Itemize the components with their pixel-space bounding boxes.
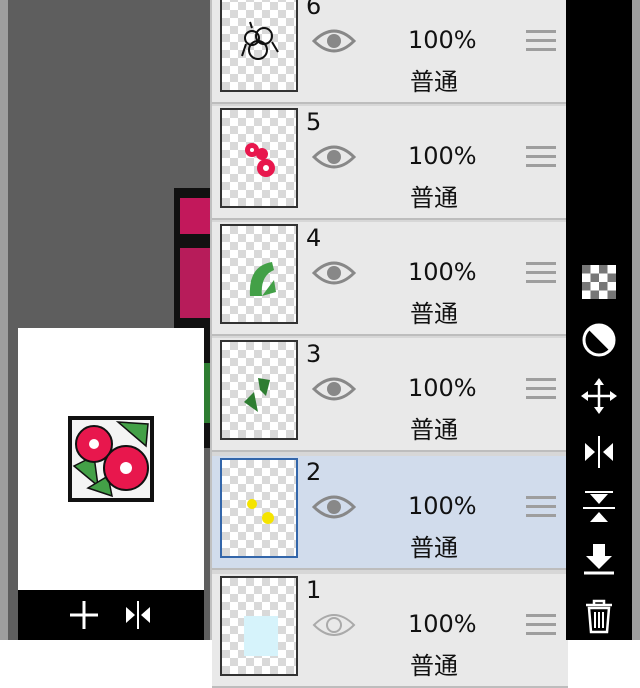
canvas-preview [18,328,204,590]
drag-handle-icon[interactable] [526,262,556,289]
drag-handle-icon[interactable] [526,378,556,405]
layer-blend-mode[interactable]: 普通 [410,410,458,445]
layer-thumbnail [220,224,298,324]
drag-handle-icon[interactable] [526,30,556,57]
trash-icon[interactable] [579,596,619,636]
flip-horizontal-icon[interactable] [120,598,156,632]
move-arrows-icon[interactable] [579,376,619,416]
layer-number: 6 [306,0,322,20]
left-frame [0,0,8,640]
drag-handle-icon[interactable] [526,146,556,173]
layer-row-2[interactable]: 2 100% 普通 [212,456,568,570]
drag-handle-icon[interactable] [526,496,556,523]
layer-thumbnail [220,576,298,676]
layer-blend-mode[interactable]: 普通 [410,294,458,329]
layer-row-6[interactable]: 6 100% 普通 [212,0,568,104]
bottom-action-bar [18,590,204,640]
add-layer-icon[interactable] [66,598,102,632]
checkerboard-icon[interactable] [579,262,619,302]
layer-number: 5 [306,108,322,136]
layer-row-1[interactable]: 1 100% 普通 [212,574,568,688]
eye-icon[interactable] [311,142,357,176]
artwork-preview-thumbnail [68,416,154,502]
layer-number: 1 [306,576,322,604]
eye-icon[interactable] [311,258,357,292]
opacity-circle-icon[interactable] [579,320,619,360]
layer-thumbnail [220,0,298,92]
flip-vertical-icon[interactable] [579,488,619,528]
drag-handle-icon[interactable] [526,614,556,641]
layer-number: 4 [306,224,322,252]
layer-opacity[interactable]: 100% [408,374,477,402]
eye-icon[interactable] [311,492,357,526]
layer-blend-mode[interactable]: 普通 [410,528,458,563]
layer-number: 2 [306,458,322,486]
layer-blend-mode[interactable]: 普通 [410,646,458,681]
layer-tools-sidebar [566,0,632,640]
layer-blend-mode[interactable]: 普通 [410,178,458,213]
eye-icon[interactable] [311,26,357,60]
flip-horizontal-icon[interactable] [579,432,619,472]
eye-icon[interactable] [311,374,357,408]
merge-down-icon[interactable] [579,540,619,580]
eye-hidden-icon[interactable] [312,610,356,644]
layer-row-3[interactable]: 3 100% 普通 [212,338,568,452]
layer-thumbnail [220,108,298,208]
layers-panel: 6 100% 普通 5 100% 普通 4 100% 普通 3 100% 普通 … [210,0,568,688]
layer-row-5[interactable]: 5 100% 普通 [212,106,568,220]
layer-opacity[interactable]: 100% [408,26,477,54]
layer-number: 3 [306,340,322,368]
layer-opacity[interactable]: 100% [408,492,477,520]
layer-blend-mode[interactable]: 普通 [410,62,458,97]
layer-opacity[interactable]: 100% [408,258,477,286]
layer-thumbnail [220,340,298,440]
layer-opacity[interactable]: 100% [408,142,477,170]
layer-row-4[interactable]: 4 100% 普通 [212,222,568,336]
layer-thumbnail [220,458,298,558]
layer-opacity[interactable]: 100% [408,610,477,638]
right-frame [632,0,640,640]
